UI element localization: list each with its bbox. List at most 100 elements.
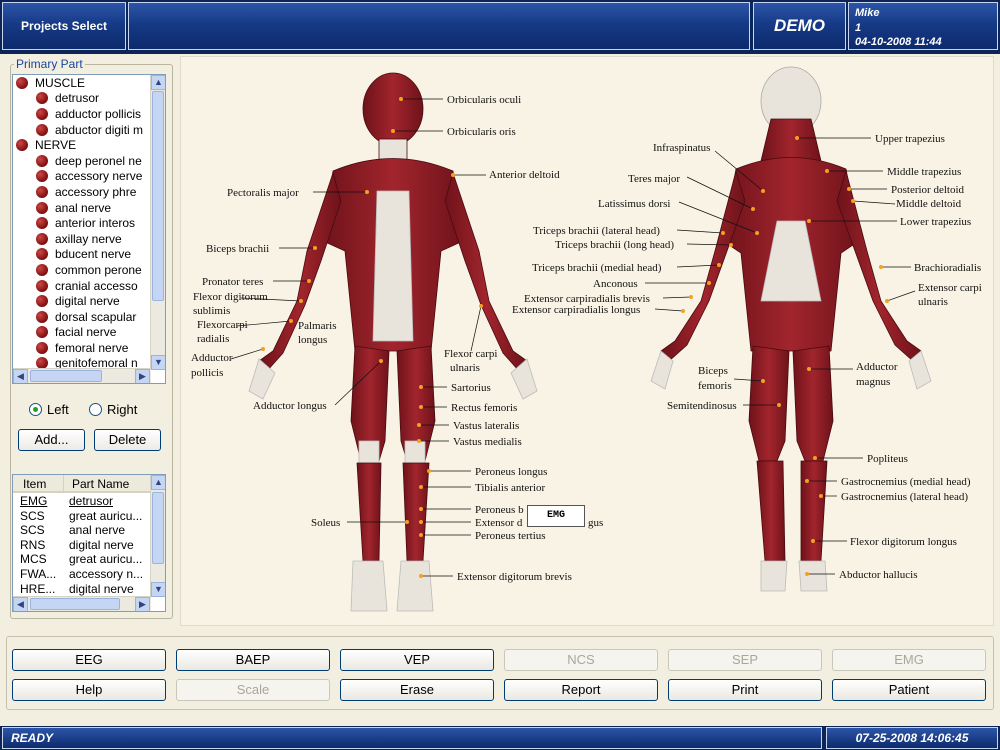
- tree-item[interactable]: detrusor: [13, 91, 151, 107]
- tree-item[interactable]: accessory nerve: [13, 169, 151, 185]
- help-button[interactable]: Help: [12, 679, 166, 701]
- scroll-right-icon[interactable]: ▶: [135, 597, 150, 611]
- muscle-label[interactable]: Adductor: [191, 352, 233, 364]
- muscle-label[interactable]: Orbicularis oculi: [447, 94, 521, 106]
- tree-item[interactable]: femoral nerve: [13, 340, 151, 356]
- tree-item[interactable]: deep peronel ne: [13, 153, 151, 169]
- left-side-radio[interactable]: Left: [29, 402, 69, 417]
- report-button[interactable]: Report: [504, 679, 658, 701]
- muscle-label[interactable]: Triceps brachii (medial head): [532, 262, 662, 274]
- delete-button[interactable]: Delete: [94, 429, 161, 451]
- tree-category[interactable]: MUSCLE: [13, 75, 151, 91]
- muscle-label[interactable]: Palmaris: [298, 320, 337, 332]
- erase-button[interactable]: Erase: [340, 679, 494, 701]
- right-side-radio[interactable]: Right: [89, 402, 137, 417]
- list-row[interactable]: FWA... accessory n...: [13, 567, 151, 582]
- tree-item[interactable]: abductor digiti m: [13, 122, 151, 138]
- muscle-label[interactable]: Triceps brachii (long head): [555, 239, 674, 251]
- scroll-down-icon[interactable]: ▼: [151, 582, 165, 597]
- add-button[interactable]: Add...: [18, 429, 85, 451]
- list-row[interactable]: SCS anal nerve: [13, 523, 151, 538]
- projects-select-button[interactable]: Projects Select: [2, 2, 126, 50]
- ncs-button[interactable]: NCS: [504, 649, 658, 671]
- muscle-label[interactable]: Adductor: [856, 361, 898, 373]
- muscle-label[interactable]: Infraspinatus: [653, 142, 710, 154]
- list-hscroll-thumb[interactable]: [30, 598, 120, 610]
- muscle-label[interactable]: Middle trapezius: [887, 166, 961, 178]
- tree-hscroll-thumb[interactable]: [30, 370, 102, 382]
- muscle-label[interactable]: Anconous: [593, 278, 638, 290]
- tree-item[interactable]: facial nerve: [13, 325, 151, 341]
- baep-button[interactable]: BAEP: [176, 649, 330, 671]
- tree-item[interactable]: adductor pollicis: [13, 106, 151, 122]
- list-vertical-scrollbar[interactable]: ▲ ▼: [150, 475, 165, 597]
- muscle-label[interactable]: Teres major: [628, 173, 680, 185]
- tree-item[interactable]: bducent nerve: [13, 247, 151, 263]
- scroll-down-icon[interactable]: ▼: [151, 355, 165, 370]
- muscle-label[interactable]: Peroneus longus: [475, 466, 547, 478]
- muscle-label[interactable]: Anterior deltoid: [489, 169, 560, 181]
- muscle-label[interactable]: Extensor carpiradialis longus: [512, 304, 640, 316]
- tree-item[interactable]: digital nerve: [13, 293, 151, 309]
- vep-button[interactable]: VEP: [340, 649, 494, 671]
- muscle-label[interactable]: Pectoralis major: [227, 187, 299, 199]
- muscle-label[interactable]: Vastus medialis: [453, 436, 522, 448]
- muscle-label[interactable]: Triceps brachii (lateral head): [533, 225, 660, 237]
- muscle-label[interactable]: ulnaris: [450, 362, 480, 374]
- list-row[interactable]: EMG detrusor: [13, 494, 151, 509]
- muscle-label[interactable]: Vastus lateralis: [453, 420, 519, 432]
- muscle-label[interactable]: Upper trapezius: [875, 133, 945, 145]
- muscle-label[interactable]: longus: [298, 334, 327, 346]
- eeg-button[interactable]: EEG: [12, 649, 166, 671]
- muscle-label[interactable]: Tibialis anterior: [475, 482, 546, 494]
- muscle-label[interactable]: Middle deltoid: [896, 198, 962, 210]
- scroll-up-icon[interactable]: ▲: [151, 475, 165, 490]
- tree-item[interactable]: anterior interos: [13, 215, 151, 231]
- muscle-label[interactable]: femoris: [698, 380, 732, 392]
- muscle-label[interactable]: Biceps: [698, 365, 728, 377]
- tree-item[interactable]: axillay nerve: [13, 231, 151, 247]
- muscle-label[interactable]: Peroneus tertius: [475, 530, 546, 542]
- scroll-up-icon[interactable]: ▲: [151, 75, 165, 90]
- muscle-label[interactable]: Gastrocnemius (lateral head): [841, 491, 968, 503]
- muscle-label[interactable]: Flexor digitorum: [193, 291, 268, 303]
- list-row[interactable]: MCS great auricu...: [13, 552, 151, 567]
- anatomy-chart[interactable]: Orbicularis oculi Orbicularis oris Anter…: [180, 56, 994, 626]
- muscle-label[interactable]: radialis: [197, 333, 229, 345]
- muscle-label[interactable]: ulnaris: [918, 296, 948, 308]
- muscle-label[interactable]: Pronator teres: [202, 276, 263, 288]
- column-header-part-name[interactable]: Part Name: [63, 475, 151, 491]
- list-scroll-thumb[interactable]: [152, 492, 164, 564]
- muscle-label[interactable]: Abductor hallucis: [839, 569, 918, 581]
- muscle-label[interactable]: gus: [588, 517, 603, 529]
- muscle-label[interactable]: Lower trapezius: [900, 216, 971, 228]
- muscle-label[interactable]: Popliteus: [867, 453, 908, 465]
- item-list[interactable]: Item Part Name EMG detrusor SCS great auric…: [12, 474, 166, 612]
- muscle-label[interactable]: Soleus: [311, 517, 340, 529]
- tree-horizontal-scrollbar[interactable]: ◀ ▶: [13, 368, 151, 383]
- scroll-left-icon[interactable]: ◀: [13, 369, 28, 383]
- muscle-label[interactable]: Posterior deltoid: [891, 184, 965, 196]
- list-row[interactable]: SCS great auricu...: [13, 509, 151, 524]
- sep-button[interactable]: SEP: [668, 649, 822, 671]
- muscle-label[interactable]: Rectus femoris: [451, 402, 517, 414]
- tree-item[interactable]: dorsal scapular: [13, 309, 151, 325]
- list-row[interactable]: HRE... digital nerve: [13, 582, 151, 597]
- muscle-label[interactable]: Latissimus dorsi: [598, 198, 670, 210]
- part-tree[interactable]: MUSCLE detrusor adductor pollicis abductor …: [12, 74, 166, 384]
- scale-button[interactable]: Scale: [176, 679, 330, 701]
- muscle-label[interactable]: Adductor longus: [253, 400, 327, 412]
- tree-item[interactable]: common perone: [13, 262, 151, 278]
- list-row[interactable]: RNS digital nerve: [13, 538, 151, 553]
- tree-category[interactable]: NERVE: [13, 137, 151, 153]
- muscle-label[interactable]: Extensor carpi: [918, 282, 982, 294]
- tree-vertical-scrollbar[interactable]: ▲ ▼: [150, 75, 165, 370]
- column-header-item[interactable]: Item: [13, 475, 63, 491]
- scroll-right-icon[interactable]: ▶: [135, 369, 150, 383]
- muscle-label[interactable]: sublimis: [193, 305, 230, 317]
- muscle-label[interactable]: Gastrocnemius (medial head): [841, 476, 971, 488]
- tree-item[interactable]: cranial accesso: [13, 278, 151, 294]
- muscle-label[interactable]: Semitendinosus: [667, 400, 737, 412]
- muscle-label[interactable]: Orbicularis oris: [447, 126, 516, 138]
- muscle-label[interactable]: pollicis: [191, 367, 223, 379]
